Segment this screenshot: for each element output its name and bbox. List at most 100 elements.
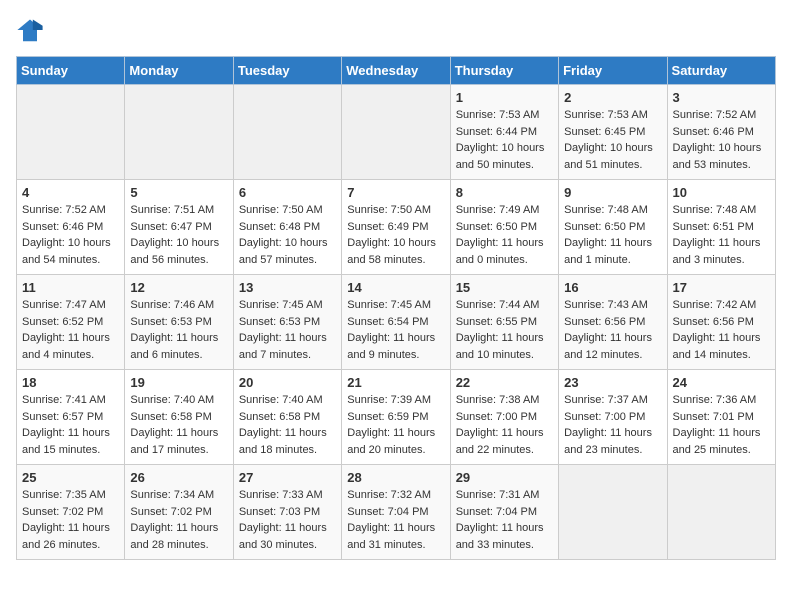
logo [16,16,48,44]
calendar-cell: 2 Sunrise: 7:53 AM Sunset: 6:45 PM Daylig… [559,85,667,180]
day-number: 25 [22,470,119,485]
calendar-cell: 15Sunrise: 7:44 AM Sunset: 6:55 PM Dayli… [450,275,558,370]
calendar-cell: 22 Sunrise: 7:38 AM Sunset: 7:00 PM Dayli… [450,370,558,465]
calendar-cell: 16 Sunrise: 7:43 AM Sunset: 6:56 PM Dayli… [559,275,667,370]
day-info: Sunrise: 7:53 AM Sunset: 6:45 PM Dayligh… [564,107,661,173]
day-number: 3 [673,90,770,105]
day-header-saturday: Saturday [667,57,775,85]
day-number: 6 [239,185,336,200]
calendar-header-row: SundayMondayTuesdayWednesdayThursdayFrid… [17,57,776,85]
calendar-cell: 24 Sunrise: 7:36 AM Sunset: 7:01 PM Dayli… [667,370,775,465]
day-info: Sunrise: 7:33 AM Sunset: 7:03 PM Dayligh… [239,487,336,553]
page-header [16,16,776,44]
day-info: Sunrise: 7:52 AM Sunset: 6:46 PM Dayligh… [22,202,119,268]
calendar-week-row: 1 Sunrise: 7:53 AM Sunset: 6:44 PM Daylig… [17,85,776,180]
calendar-cell: 14 Sunrise: 7:45 AM Sunset: 6:54 PM Dayli… [342,275,450,370]
calendar-cell: 1 Sunrise: 7:53 AM Sunset: 6:44 PM Daylig… [450,85,558,180]
calendar-cell: 6 Sunrise: 7:50 AM Sunset: 6:48 PM Daylig… [233,180,341,275]
calendar-cell: 11 Sunrise: 7:47 AM Sunset: 6:52 PM Dayli… [17,275,125,370]
day-header-thursday: Thursday [450,57,558,85]
day-number: 22 [456,375,553,390]
day-number: 19 [130,375,227,390]
day-header-wednesday: Wednesday [342,57,450,85]
day-number: 1 [456,90,553,105]
logo-icon [16,16,44,44]
day-info: Sunrise: 7:48 AM Sunset: 6:50 PM Dayligh… [564,202,661,268]
day-info: Sunrise: 7:38 AM Sunset: 7:00 PM Dayligh… [456,392,553,458]
day-number: 8 [456,185,553,200]
calendar-cell: 13Sunrise: 7:45 AM Sunset: 6:53 PM Dayli… [233,275,341,370]
day-info: Sunrise: 7:40 AM Sunset: 6:58 PM Dayligh… [239,392,336,458]
day-number: 28 [347,470,444,485]
calendar-cell: 23 Sunrise: 7:37 AM Sunset: 7:00 PM Dayli… [559,370,667,465]
day-number: 23 [564,375,661,390]
calendar-cell: 25Sunrise: 7:35 AM Sunset: 7:02 PM Dayli… [17,465,125,560]
calendar-cell: 9 Sunrise: 7:48 AM Sunset: 6:50 PM Daylig… [559,180,667,275]
day-info: Sunrise: 7:53 AM Sunset: 6:44 PM Dayligh… [456,107,553,173]
day-number: 12 [130,280,227,295]
day-info: Sunrise: 7:50 AM Sunset: 6:49 PM Dayligh… [347,202,444,268]
day-info: Sunrise: 7:41 AM Sunset: 6:57 PM Dayligh… [22,392,119,458]
calendar-table: SundayMondayTuesdayWednesdayThursdayFrid… [16,56,776,560]
calendar-week-row: 25Sunrise: 7:35 AM Sunset: 7:02 PM Dayli… [17,465,776,560]
calendar-cell [17,85,125,180]
calendar-cell: 5 Sunrise: 7:51 AM Sunset: 6:47 PM Daylig… [125,180,233,275]
day-header-sunday: Sunday [17,57,125,85]
day-number: 10 [673,185,770,200]
calendar-cell: 19 Sunrise: 7:40 AM Sunset: 6:58 PM Dayli… [125,370,233,465]
day-number: 4 [22,185,119,200]
day-info: Sunrise: 7:51 AM Sunset: 6:47 PM Dayligh… [130,202,227,268]
day-info: Sunrise: 7:31 AM Sunset: 7:04 PM Dayligh… [456,487,553,553]
calendar-cell: 21 Sunrise: 7:39 AM Sunset: 6:59 PM Dayli… [342,370,450,465]
day-info: Sunrise: 7:52 AM Sunset: 6:46 PM Dayligh… [673,107,770,173]
day-number: 21 [347,375,444,390]
calendar-cell [342,85,450,180]
day-info: Sunrise: 7:46 AM Sunset: 6:53 PM Dayligh… [130,297,227,363]
day-info: Sunrise: 7:47 AM Sunset: 6:52 PM Dayligh… [22,297,119,363]
day-info: Sunrise: 7:39 AM Sunset: 6:59 PM Dayligh… [347,392,444,458]
day-number: 11 [22,280,119,295]
day-number: 29 [456,470,553,485]
day-number: 18 [22,375,119,390]
calendar-cell: 26 Sunrise: 7:34 AM Sunset: 7:02 PM Dayli… [125,465,233,560]
calendar-cell: 4 Sunrise: 7:52 AM Sunset: 6:46 PM Daylig… [17,180,125,275]
calendar-cell [559,465,667,560]
day-info: Sunrise: 7:34 AM Sunset: 7:02 PM Dayligh… [130,487,227,553]
calendar-cell: 17Sunrise: 7:42 AM Sunset: 6:56 PM Dayli… [667,275,775,370]
day-number: 24 [673,375,770,390]
calendar-cell [667,465,775,560]
day-info: Sunrise: 7:50 AM Sunset: 6:48 PM Dayligh… [239,202,336,268]
day-number: 5 [130,185,227,200]
day-info: Sunrise: 7:40 AM Sunset: 6:58 PM Dayligh… [130,392,227,458]
day-number: 16 [564,280,661,295]
calendar-cell: 8 Sunrise: 7:49 AM Sunset: 6:50 PM Daylig… [450,180,558,275]
day-number: 14 [347,280,444,295]
day-number: 26 [130,470,227,485]
calendar-cell: 27Sunrise: 7:33 AM Sunset: 7:03 PM Dayli… [233,465,341,560]
day-info: Sunrise: 7:32 AM Sunset: 7:04 PM Dayligh… [347,487,444,553]
day-info: Sunrise: 7:36 AM Sunset: 7:01 PM Dayligh… [673,392,770,458]
day-number: 2 [564,90,661,105]
calendar-cell [233,85,341,180]
day-info: Sunrise: 7:43 AM Sunset: 6:56 PM Dayligh… [564,297,661,363]
calendar-cell: 7 Sunrise: 7:50 AM Sunset: 6:49 PM Daylig… [342,180,450,275]
calendar-cell: 10 Sunrise: 7:48 AM Sunset: 6:51 PM Dayli… [667,180,775,275]
day-number: 7 [347,185,444,200]
calendar-week-row: 18 Sunrise: 7:41 AM Sunset: 6:57 PM Dayli… [17,370,776,465]
calendar-cell: 18 Sunrise: 7:41 AM Sunset: 6:57 PM Dayli… [17,370,125,465]
day-number: 9 [564,185,661,200]
calendar-cell: 28 Sunrise: 7:32 AM Sunset: 7:04 PM Dayli… [342,465,450,560]
day-number: 17 [673,280,770,295]
day-info: Sunrise: 7:48 AM Sunset: 6:51 PM Dayligh… [673,202,770,268]
calendar-cell [125,85,233,180]
calendar-cell: 3 Sunrise: 7:52 AM Sunset: 6:46 PM Daylig… [667,85,775,180]
day-number: 15 [456,280,553,295]
calendar-week-row: 4 Sunrise: 7:52 AM Sunset: 6:46 PM Daylig… [17,180,776,275]
day-info: Sunrise: 7:45 AM Sunset: 6:54 PM Dayligh… [347,297,444,363]
day-info: Sunrise: 7:45 AM Sunset: 6:53 PM Dayligh… [239,297,336,363]
calendar-cell: 29 Sunrise: 7:31 AM Sunset: 7:04 PM Dayli… [450,465,558,560]
day-number: 20 [239,375,336,390]
calendar-week-row: 11 Sunrise: 7:47 AM Sunset: 6:52 PM Dayli… [17,275,776,370]
day-info: Sunrise: 7:37 AM Sunset: 7:00 PM Dayligh… [564,392,661,458]
day-info: Sunrise: 7:49 AM Sunset: 6:50 PM Dayligh… [456,202,553,268]
